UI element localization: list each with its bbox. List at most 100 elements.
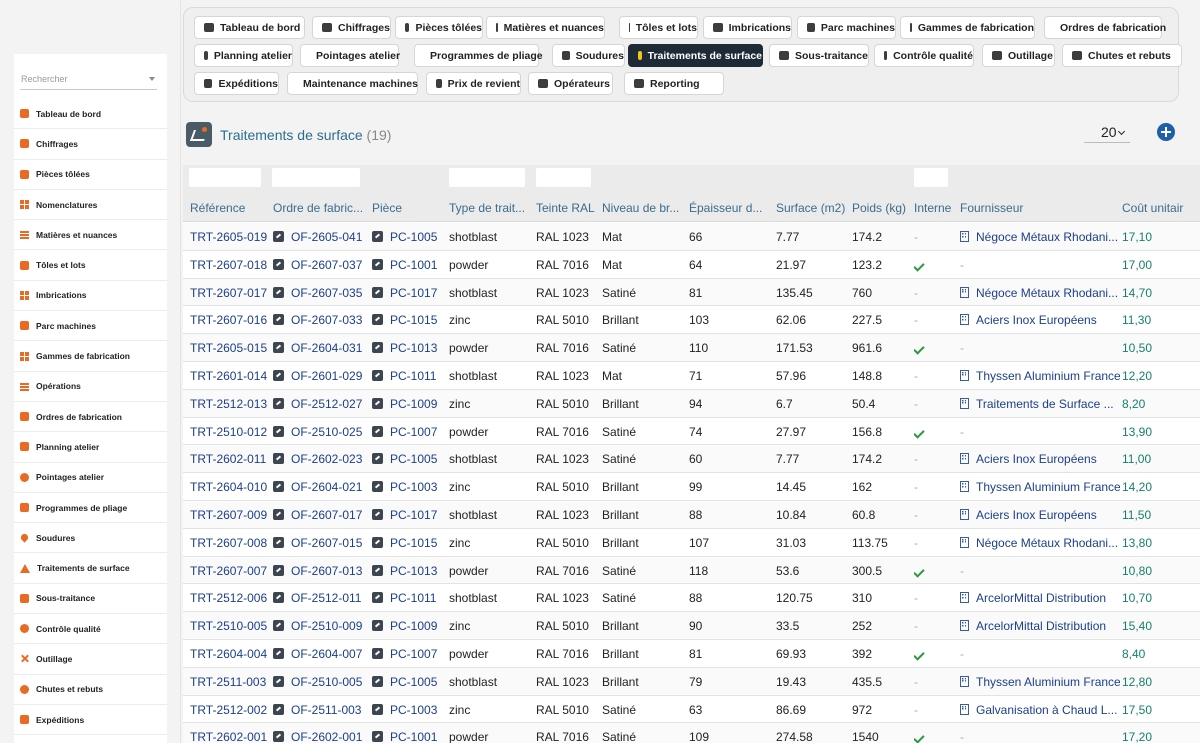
tab[interactable]: Planning atelier xyxy=(194,44,293,67)
open-record-icon[interactable] xyxy=(273,369,284,381)
tab[interactable]: Maintenance machines xyxy=(287,72,418,95)
piece-link[interactable]: PC-1005 xyxy=(390,452,437,466)
reference-link[interactable]: TRT-2605-015 xyxy=(190,341,270,355)
open-record-icon[interactable] xyxy=(372,286,383,298)
order-link[interactable]: OF-2604-021 xyxy=(291,480,362,494)
reference-link[interactable]: TRT-2605-019 xyxy=(190,230,270,244)
piece-link[interactable]: PC-1003 xyxy=(390,703,437,717)
search-select[interactable]: Rechercher xyxy=(20,68,157,90)
tab[interactable]: Chutes et rebuts xyxy=(1062,44,1182,67)
supplier-link[interactable]: Aciers Inox Européens xyxy=(976,313,1097,327)
order-link[interactable]: OF-2512-011 xyxy=(291,591,361,605)
order-link[interactable]: OF-2607-035 xyxy=(291,286,362,300)
open-record-icon[interactable] xyxy=(372,731,383,743)
tab[interactable]: Parc machines xyxy=(797,16,896,39)
order-link[interactable]: OF-2601-029 xyxy=(291,369,362,383)
column-filter-input[interactable] xyxy=(449,168,525,187)
piece-link[interactable]: PC-1001 xyxy=(390,258,437,272)
tab[interactable]: Expéditions xyxy=(194,72,279,95)
open-record-icon[interactable] xyxy=(372,675,383,687)
table-row[interactable]: TRT-2605-015 OF-2604-031 PC-1013 powder RAL … xyxy=(183,334,1200,362)
sidebar-item[interactable]: Programmes de pliage xyxy=(14,493,167,524)
piece-link[interactable]: PC-1003 xyxy=(390,480,437,494)
table-row[interactable]: TRT-2604-010 OF-2604-021 PC-1003 zinc RAL 50… xyxy=(183,473,1200,501)
piece-link[interactable]: PC-1007 xyxy=(390,425,437,439)
supplier-link[interactable]: Aciers Inox Européens xyxy=(976,508,1097,522)
supplier-link[interactable]: Galvanisation à Chaud L... xyxy=(976,703,1117,717)
table-row[interactable]: TRT-2607-007 OF-2607-013 PC-1013 powder RAL … xyxy=(183,556,1200,585)
reference-link[interactable]: TRT-2607-016 xyxy=(190,313,270,327)
supplier-link[interactable]: ArcelorMittal Distribution xyxy=(976,591,1106,605)
column-header[interactable]: Niveau de br... xyxy=(602,201,686,215)
tab[interactable]: Matières et nuances xyxy=(486,16,605,39)
reference-link[interactable]: TRT-2511-003 xyxy=(190,675,270,689)
column-header[interactable]: Interne xyxy=(914,201,954,215)
order-link[interactable]: OF-2511-003 xyxy=(291,703,361,717)
open-record-icon[interactable] xyxy=(273,703,284,715)
sidebar-item[interactable]: Sous-traitance xyxy=(14,584,167,615)
order-link[interactable]: OF-2602-001 xyxy=(291,730,362,743)
piece-link[interactable]: PC-1001 xyxy=(390,730,437,743)
supplier-link[interactable]: Négoce Métaux Rhodani... xyxy=(976,536,1118,550)
table-row[interactable]: TRT-2607-018 OF-2607-037 PC-1001 powder RAL … xyxy=(183,250,1200,279)
tab[interactable]: Chiffrages xyxy=(312,16,391,39)
tab[interactable]: Soudures xyxy=(552,44,625,67)
open-record-icon[interactable] xyxy=(273,508,284,520)
open-record-icon[interactable] xyxy=(273,620,284,632)
tab[interactable]: Gammes de fabrication xyxy=(900,16,1035,39)
tab[interactable]: Sous-traitance xyxy=(769,44,869,67)
open-record-icon[interactable] xyxy=(273,564,284,576)
supplier-link[interactable]: ArcelorMittal Distribution xyxy=(976,619,1106,633)
order-link[interactable]: OF-2607-037 xyxy=(291,258,362,272)
column-header[interactable]: Fournisseur xyxy=(960,201,1120,215)
sidebar-item[interactable]: Traitements de surface xyxy=(14,553,167,584)
column-header[interactable]: Épaisseur d... xyxy=(689,201,773,215)
table-row[interactable]: TRT-2607-008 OF-2607-015 PC-1015 zinc RAL 50… xyxy=(183,528,1200,557)
order-link[interactable]: OF-2510-009 xyxy=(291,619,362,633)
piece-link[interactable]: PC-1013 xyxy=(390,564,437,578)
sidebar-item[interactable]: Expéditions xyxy=(14,705,167,736)
tab[interactable]: Tableau de bord xyxy=(194,16,305,39)
tab[interactable]: Reporting xyxy=(624,72,724,95)
reference-link[interactable]: TRT-2602-011 xyxy=(190,452,270,466)
sidebar-item[interactable]: Pointages atelier xyxy=(14,463,167,493)
piece-link[interactable]: PC-1011 xyxy=(390,591,436,605)
open-record-icon[interactable] xyxy=(273,286,284,298)
open-record-icon[interactable] xyxy=(372,453,383,465)
tab[interactable]: Pièces tôlées xyxy=(395,16,483,39)
open-record-icon[interactable] xyxy=(273,231,284,242)
piece-link[interactable]: PC-1009 xyxy=(390,397,437,411)
open-record-icon[interactable] xyxy=(273,647,284,659)
column-filter-input[interactable] xyxy=(536,168,591,187)
order-link[interactable]: OF-2607-017 xyxy=(291,508,362,522)
open-record-icon[interactable] xyxy=(372,592,383,604)
supplier-link[interactable]: Traitements de Surface ... xyxy=(976,397,1114,411)
reference-link[interactable]: TRT-2512-002 xyxy=(190,703,270,717)
tab[interactable]: Ordres de fabrication xyxy=(1044,16,1166,39)
open-record-icon[interactable] xyxy=(273,592,284,604)
piece-link[interactable]: PC-1017 xyxy=(390,286,437,300)
open-record-icon[interactable] xyxy=(372,258,383,270)
table-row[interactable]: TRT-2602-011 OF-2602-023 PC-1005 shotblast R… xyxy=(183,445,1200,474)
tab[interactable]: Outillage xyxy=(982,44,1055,67)
piece-link[interactable]: PC-1011 xyxy=(390,369,436,383)
open-record-icon[interactable] xyxy=(273,397,284,409)
tab[interactable]: Prix de revient xyxy=(426,72,521,95)
open-record-icon[interactable] xyxy=(372,481,383,493)
supplier-link[interactable]: Négoce Métaux Rhodani... xyxy=(976,230,1118,244)
open-record-icon[interactable] xyxy=(273,675,284,687)
column-header[interactable]: Référence xyxy=(190,201,270,215)
reference-link[interactable]: TRT-2607-008 xyxy=(190,536,270,550)
page-size-select[interactable]: 20 xyxy=(1084,122,1130,143)
sidebar-item[interactable]: Ordres de fabrication xyxy=(14,402,167,433)
table-row[interactable]: TRT-2607-016 OF-2607-033 PC-1015 zinc RAL 50… xyxy=(183,306,1200,335)
column-header[interactable]: Ordre de fabric... xyxy=(273,201,368,215)
order-link[interactable]: OF-2604-031 xyxy=(291,341,362,355)
sidebar-item[interactable]: Outillage xyxy=(14,644,167,675)
open-record-icon[interactable] xyxy=(372,425,383,437)
add-record-button[interactable] xyxy=(1157,123,1175,141)
reference-link[interactable]: TRT-2601-014 xyxy=(190,369,270,383)
open-record-icon[interactable] xyxy=(273,481,284,493)
sidebar-item[interactable]: Parc machines xyxy=(14,311,167,342)
order-link[interactable]: OF-2607-013 xyxy=(291,564,362,578)
